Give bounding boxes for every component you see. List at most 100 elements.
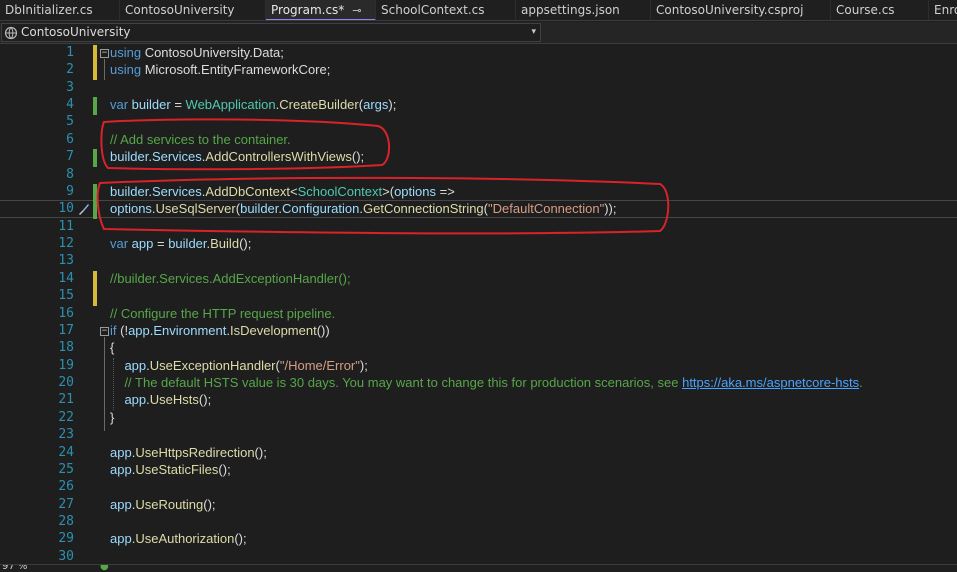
code-line[interactable]: using Microsoft.EntityFrameworkCore; bbox=[110, 62, 330, 77]
code-token: )); bbox=[604, 201, 617, 217]
line-number: 22 bbox=[58, 409, 74, 425]
code-token: UseExceptionHandler bbox=[149, 357, 276, 373]
code-token: options bbox=[110, 201, 152, 217]
code-token: "DefaultConnection" bbox=[488, 201, 605, 217]
line-number: 12 bbox=[58, 236, 74, 252]
line-number: 1 bbox=[66, 45, 74, 60]
fold-guide bbox=[104, 59, 105, 80]
code-token: Microsoft.EntityFrameworkCore; bbox=[141, 62, 331, 78]
tab-course-cs[interactable]: Course.cs bbox=[831, 0, 929, 20]
navigation-bar: ContosoUniversity ▾ bbox=[0, 22, 957, 44]
code-line[interactable]: app.UseExceptionHandler("/Home/Error"); bbox=[110, 357, 367, 373]
line-number: 18 bbox=[58, 340, 74, 356]
code-token: CreateBuilder bbox=[279, 97, 359, 113]
code-token: app bbox=[128, 322, 150, 338]
code-line[interactable]: options.UseSqlServer(builder.Configurati… bbox=[110, 201, 616, 216]
code-token: ContosoUniversity.Data; bbox=[141, 45, 284, 60]
code-token: "/Home/Error" bbox=[279, 357, 360, 373]
status-bar: 97 % ● bbox=[0, 564, 957, 572]
code-token: app bbox=[110, 461, 132, 477]
line-number: 6 bbox=[66, 131, 74, 147]
code-token: SchoolContext bbox=[297, 183, 383, 199]
if-block-collapse-toggle[interactable]: − bbox=[100, 326, 109, 336]
code-line[interactable]: // The default HSTS value is 30 days. Yo… bbox=[110, 375, 862, 390]
code-token: builder bbox=[110, 183, 149, 199]
code-token: // Configure the HTTP request pipeline. bbox=[110, 305, 336, 321]
tab-appsettings-json[interactable]: appsettings.json bbox=[516, 0, 651, 20]
code-line[interactable]: } bbox=[110, 410, 114, 425]
code-editor[interactable]: 1 using ContosoUniversity.Data; 2 using Mic… bbox=[0, 44, 957, 564]
tab-contosouniversity[interactable]: ContosoUniversity bbox=[120, 0, 266, 20]
pin-icon[interactable]: ⊸ bbox=[352, 0, 361, 20]
code-token: { bbox=[110, 340, 115, 356]
line-number: 13 bbox=[58, 253, 74, 269]
hyperlink[interactable]: https://aka.ms/aspnetcore-hsts bbox=[682, 375, 859, 390]
code-line[interactable]: app.UseAuthorization(); bbox=[110, 531, 247, 546]
code-token: (); bbox=[239, 236, 252, 252]
tab-contosouniversity-csproj[interactable]: ContosoUniversity.csproj bbox=[651, 0, 831, 20]
code-token: AddControllersWithViews bbox=[205, 149, 352, 165]
line-number: 25 bbox=[58, 461, 74, 477]
code-token: = bbox=[153, 236, 169, 252]
code-token: // Add services to the container. bbox=[110, 131, 291, 147]
tab-label: DbInitializer.cs bbox=[5, 3, 93, 17]
code-token: < bbox=[289, 183, 298, 199]
code-line[interactable]: //builder.Services.AddExceptionHandler()… bbox=[110, 271, 351, 286]
code-line[interactable]: app.UseStaticFiles(); bbox=[110, 462, 231, 477]
code-token: app bbox=[110, 444, 132, 460]
code-line[interactable]: // Configure the HTTP request pipeline. bbox=[110, 306, 335, 321]
code-token: (); bbox=[351, 149, 365, 165]
code-token: (! bbox=[116, 322, 129, 338]
code-token: (); bbox=[218, 461, 231, 477]
code-token: builder bbox=[240, 201, 279, 217]
project-dropdown[interactable]: ContosoUniversity ▾ bbox=[1, 23, 541, 42]
line-number: 29 bbox=[58, 531, 74, 547]
code-line[interactable]: if (!app.Environment.IsDevelopment()) bbox=[110, 323, 330, 338]
quick-actions-brush-icon[interactable] bbox=[76, 202, 90, 216]
tab-label: ContosoUniversity.csproj bbox=[656, 3, 804, 17]
zoom-level[interactable]: 97 % bbox=[2, 565, 27, 572]
code-line[interactable]: builder.Services.AddDbContext<SchoolCont… bbox=[110, 184, 455, 199]
indent-guide bbox=[113, 357, 114, 410]
code-line[interactable]: app.UseHsts(); bbox=[110, 392, 211, 407]
line-number: 4 bbox=[66, 97, 74, 113]
code-line[interactable]: app.UseRouting(); bbox=[110, 497, 216, 512]
code-token: app bbox=[124, 357, 147, 373]
code-token: UseSqlServer bbox=[155, 201, 236, 217]
code-line[interactable]: // Add services to the container. bbox=[110, 132, 291, 147]
code-token: Build bbox=[210, 236, 240, 252]
tab-schoolcontext-cs[interactable]: SchoolContext.cs bbox=[376, 0, 516, 20]
change-marker bbox=[93, 45, 97, 63]
change-marker bbox=[93, 288, 97, 307]
code-line[interactable]: { bbox=[110, 340, 114, 355]
code-token: UseStaticFiles bbox=[135, 461, 219, 477]
check-circle-icon[interactable]: ● bbox=[100, 565, 109, 572]
tab-enro[interactable]: Enro bbox=[929, 0, 957, 20]
code-line[interactable]: var builder = WebApplication.CreateBuild… bbox=[110, 97, 396, 112]
code-token: (); bbox=[203, 496, 216, 512]
code-line[interactable]: using ContosoUniversity.Data; bbox=[110, 45, 284, 60]
code-token: GetConnectionString bbox=[362, 201, 484, 217]
line-number: 24 bbox=[58, 444, 74, 460]
line-number: 30 bbox=[58, 548, 74, 564]
code-line[interactable]: var app = builder.Build(); bbox=[110, 236, 251, 251]
code-token: WebApplication bbox=[185, 97, 276, 113]
code-token: app bbox=[110, 496, 132, 512]
using-collapse-toggle[interactable]: − bbox=[100, 49, 109, 58]
code-line[interactable]: app.UseHttpsRedirection(); bbox=[110, 445, 267, 460]
tab-program-cs[interactable]: Program.cs* ⊸ bbox=[266, 0, 376, 20]
code-token: args bbox=[363, 97, 389, 113]
change-marker bbox=[93, 201, 97, 220]
line-number: 23 bbox=[58, 427, 74, 443]
code-token: //builder.Services.AddExceptionHandler()… bbox=[110, 270, 351, 286]
change-marker bbox=[93, 270, 97, 289]
tab-label: Enro bbox=[934, 3, 957, 17]
tab-label: appsettings.json bbox=[521, 3, 620, 17]
code-token: Configuration bbox=[282, 201, 360, 217]
code-line[interactable]: builder.Services.AddControllersWithViews… bbox=[110, 149, 364, 164]
line-number: 21 bbox=[58, 392, 74, 408]
chevron-down-icon[interactable]: ▾ bbox=[531, 24, 536, 41]
tab-dbinitializer-cs[interactable]: DbInitializer.cs bbox=[0, 0, 120, 20]
line-number: 27 bbox=[58, 496, 74, 512]
change-marker bbox=[93, 97, 97, 115]
